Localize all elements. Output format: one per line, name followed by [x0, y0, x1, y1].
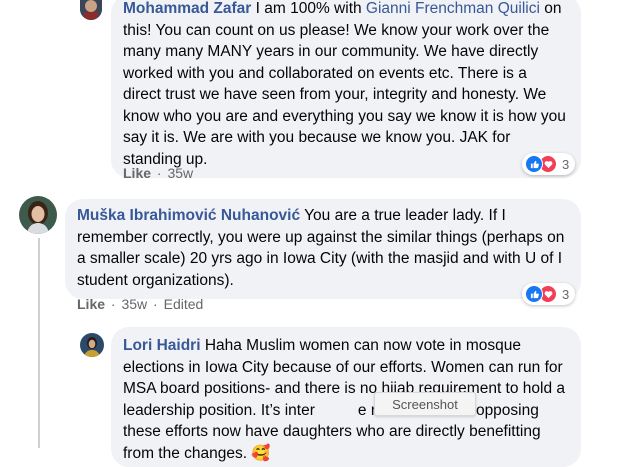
- comment-bubble: Mohammad Zafar I am 100% with Gianni Fre…: [111, 0, 581, 178]
- comment-text: on this! You can count on us please! We …: [123, 0, 566, 168]
- comment-timestamp[interactable]: 35w: [121, 296, 147, 312]
- mention-link[interactable]: Gianni Frenchman Quilici: [366, 0, 540, 17]
- comment-text: Haha Muslim women can now vote in mosque…: [123, 337, 570, 462]
- reaction-count: 3: [562, 156, 570, 172]
- avatar[interactable]: [80, 0, 102, 20]
- like-reaction-icon: [525, 285, 543, 303]
- comment-author[interactable]: Lori Haidri: [123, 337, 201, 354]
- comment-timestamp[interactable]: 35w: [167, 165, 193, 181]
- comment-actions: Like · 35w · Edited: [77, 295, 203, 313]
- reply-connector: [38, 238, 40, 448]
- comment-author[interactable]: Mohammad Zafar: [123, 0, 251, 17]
- avatar[interactable]: [80, 333, 104, 357]
- reaction-summary[interactable]: 3: [522, 153, 576, 175]
- separator: ·: [153, 296, 158, 312]
- separator: ·: [156, 165, 162, 181]
- comment-author[interactable]: Muška Ibrahimović Nuhanović: [77, 207, 300, 224]
- like-button[interactable]: Like: [123, 165, 151, 181]
- like-button[interactable]: Like: [77, 296, 105, 312]
- comment-text: I am 100% with: [251, 0, 366, 17]
- screenshot-tooltip: Screenshot: [374, 392, 476, 416]
- comment-bubble: Lori Haidri Haha Muslim women can now vo…: [111, 327, 581, 467]
- reaction-summary[interactable]: 3: [522, 283, 576, 305]
- like-reaction-icon: [525, 155, 543, 173]
- comment-bubble: Muška Ibrahimović Nuhanović You are a tr…: [65, 199, 581, 299]
- separator: ·: [110, 296, 116, 312]
- reaction-count: 3: [562, 286, 570, 302]
- avatar[interactable]: [19, 196, 57, 234]
- comment-actions: Like · 35w: [123, 164, 193, 182]
- edited-label[interactable]: Edited: [164, 296, 204, 312]
